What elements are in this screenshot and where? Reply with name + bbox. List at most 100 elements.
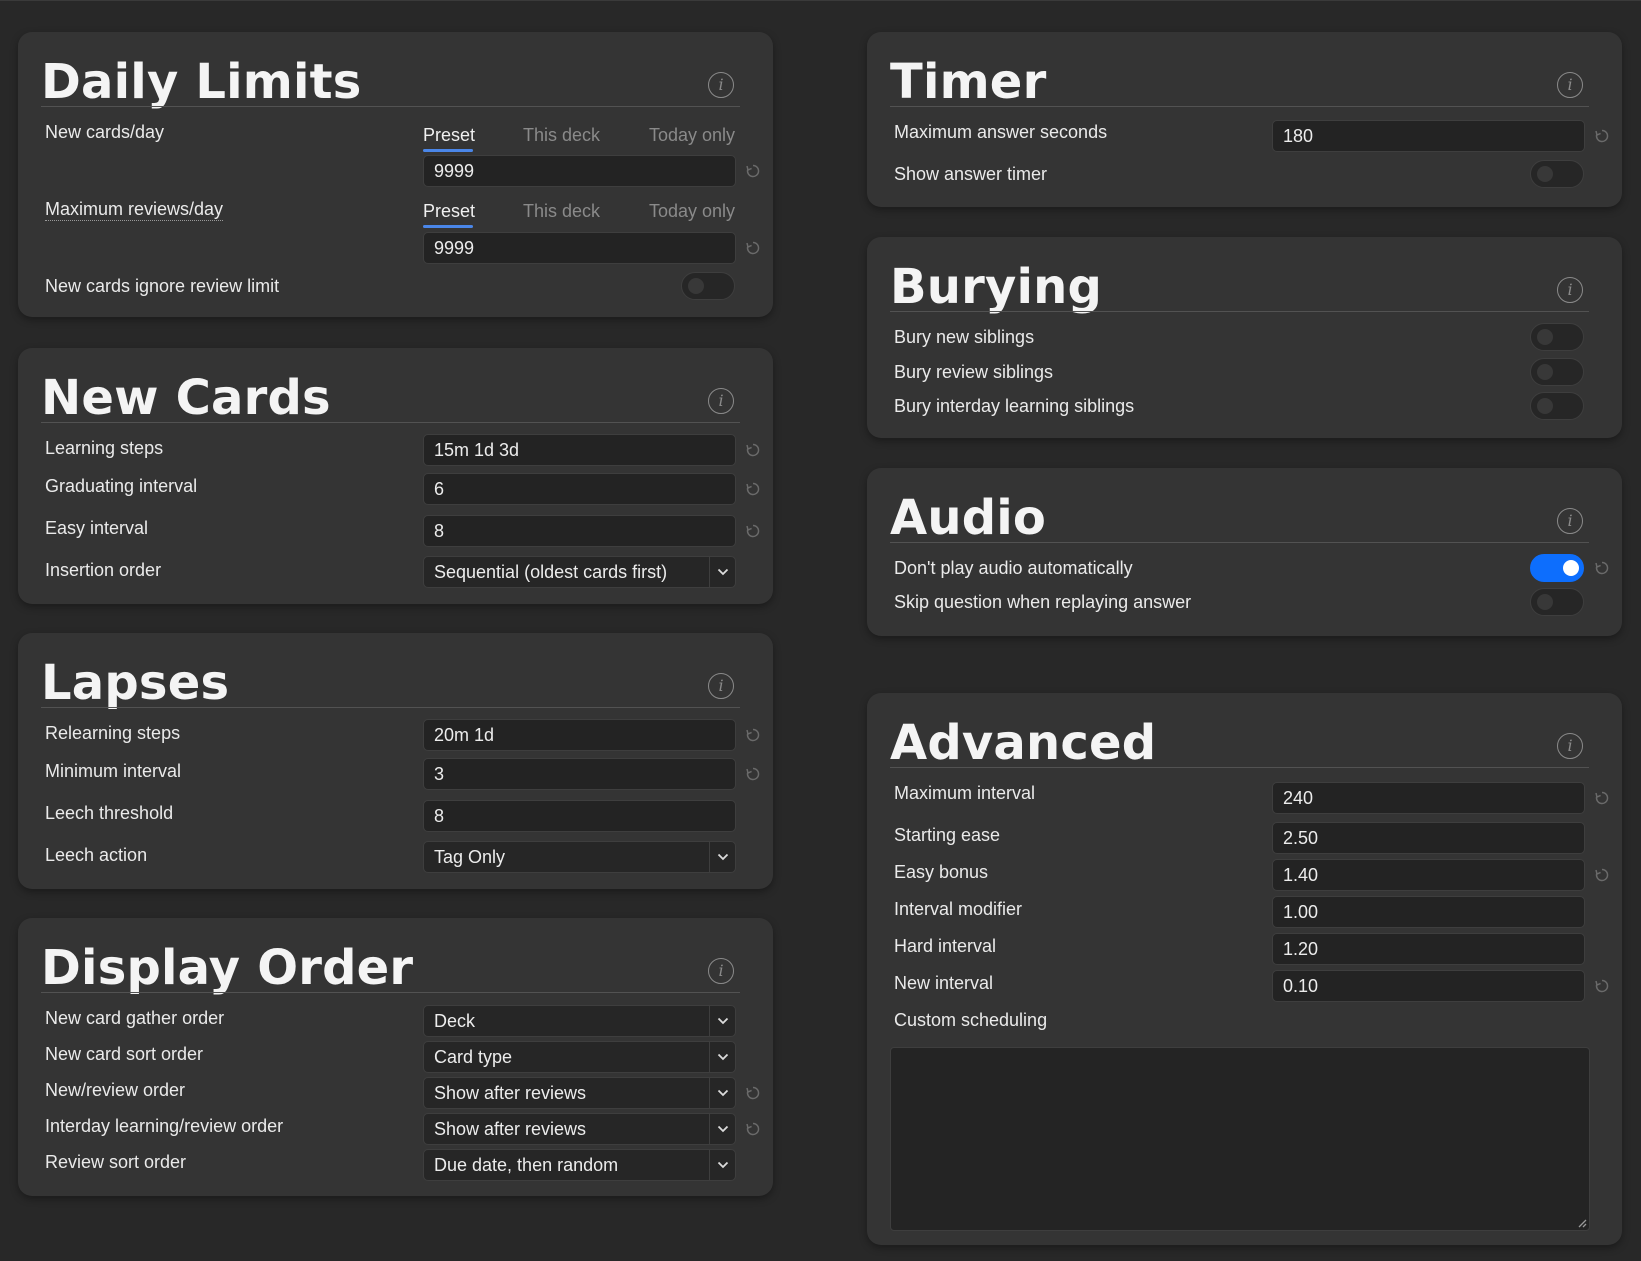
leech-action-select[interactable]: Tag Only: [423, 841, 736, 873]
info-icon[interactable]: i: [708, 958, 734, 984]
learning-steps-input[interactable]: 15m 1d 3d: [423, 434, 736, 466]
new-interval-input[interactable]: 0.10: [1272, 970, 1585, 1002]
revert-arrow-icon[interactable]: [745, 1121, 761, 1137]
dont-play-audio-toggle[interactable]: [1530, 554, 1584, 582]
tab-today-only[interactable]: Today only: [649, 125, 735, 146]
timer-card: Timer i Maximum answer seconds 180 Show …: [867, 32, 1622, 207]
leech-threshold-input[interactable]: 8: [423, 800, 736, 832]
starting-ease-input[interactable]: 2.50: [1272, 822, 1585, 854]
new-cards-title: New Cards: [41, 370, 331, 426]
revert-arrow-icon[interactable]: [745, 442, 761, 458]
review-sort-order-select[interactable]: Due date, then random: [423, 1149, 736, 1181]
info-icon[interactable]: i: [1557, 733, 1583, 759]
new-card-gather-order-value: Deck: [434, 1011, 476, 1031]
interday-review-order-value: Show after reviews: [434, 1119, 587, 1139]
toggle-knob: [1537, 364, 1553, 380]
tab-this-deck[interactable]: This deck: [523, 125, 600, 146]
revert-arrow-icon[interactable]: [745, 163, 761, 179]
info-icon[interactable]: i: [1557, 72, 1583, 98]
info-icon[interactable]: i: [1557, 277, 1583, 303]
new-cards-card: New Cards i Learning steps 15m 1d 3d Gra…: [18, 348, 773, 604]
skip-question-label: Skip question when replaying answer: [894, 592, 1192, 612]
divider: [41, 422, 740, 423]
toggle-knob: [1537, 166, 1553, 182]
ignore-review-limit-label: New cards ignore review limit: [45, 276, 280, 296]
insertion-order-select[interactable]: Sequential (oldest cards first): [423, 556, 736, 588]
divider: [41, 992, 740, 993]
new-card-sort-order-label: New card sort order: [45, 1044, 204, 1064]
maximum-interval-input[interactable]: 240: [1272, 782, 1585, 814]
tab-preset[interactable]: Preset: [423, 125, 475, 146]
advanced-card: Advanced i Maximum interval 240 Starting…: [867, 693, 1622, 1245]
new-review-order-value: Show after reviews: [434, 1083, 587, 1103]
revert-arrow-icon[interactable]: [745, 727, 761, 743]
interval-modifier-input[interactable]: 1.00: [1272, 896, 1585, 928]
bury-interday-siblings-label: Bury interday learning siblings: [894, 396, 1135, 416]
active-tab-indicator: [423, 149, 473, 152]
info-icon[interactable]: i: [1557, 508, 1583, 534]
chevron-down-icon: [709, 557, 735, 587]
tab-today-only[interactable]: Today only: [649, 201, 735, 222]
divider: [890, 767, 1589, 768]
burying-title: Burying: [890, 259, 1103, 315]
revert-arrow-icon[interactable]: [745, 766, 761, 782]
minimum-interval-input[interactable]: 3: [423, 758, 736, 790]
insertion-order-value: Sequential (oldest cards first): [434, 562, 668, 582]
max-reviews-per-day-input[interactable]: 9999: [423, 232, 736, 264]
revert-arrow-icon[interactable]: [745, 240, 761, 256]
chevron-down-icon: [709, 842, 735, 872]
divider: [890, 311, 1589, 312]
maximum-interval-label: Maximum interval: [894, 783, 1036, 803]
tab-preset[interactable]: Preset: [423, 201, 475, 222]
new-cards-per-day-label: New cards/day: [45, 122, 165, 142]
max-answer-seconds-input[interactable]: 180: [1272, 120, 1585, 152]
revert-arrow-icon[interactable]: [1594, 867, 1610, 883]
toggle-knob: [688, 278, 704, 294]
advanced-title: Advanced: [890, 715, 1157, 771]
audio-card: Audio i Don't play audio automatically S…: [867, 468, 1622, 636]
revert-arrow-icon[interactable]: [745, 481, 761, 497]
revert-arrow-icon[interactable]: [1594, 978, 1610, 994]
max-reviews-per-day-label[interactable]: Maximum reviews/day: [45, 199, 224, 221]
easy-bonus-input[interactable]: 1.40: [1272, 859, 1585, 891]
revert-arrow-icon[interactable]: [1594, 560, 1610, 576]
custom-scheduling-textarea[interactable]: [890, 1047, 1590, 1231]
resize-grip-icon[interactable]: [1575, 1215, 1587, 1228]
show-answer-timer-toggle[interactable]: [1530, 160, 1584, 188]
new-review-order-select[interactable]: Show after reviews: [423, 1077, 736, 1109]
active-tab-indicator: [423, 225, 473, 228]
info-icon[interactable]: i: [708, 673, 734, 699]
revert-arrow-icon[interactable]: [1594, 128, 1610, 144]
interday-review-order-select[interactable]: Show after reviews: [423, 1113, 736, 1145]
toggle-knob: [1537, 398, 1553, 414]
easy-interval-input[interactable]: 8: [423, 515, 736, 547]
timer-title: Timer: [890, 54, 1047, 110]
ignore-review-limit-toggle[interactable]: [681, 272, 735, 300]
hard-interval-input[interactable]: 1.20: [1272, 933, 1585, 965]
bury-review-siblings-toggle[interactable]: [1530, 358, 1584, 386]
easy-interval-label: Easy interval: [45, 518, 149, 538]
revert-arrow-icon[interactable]: [745, 1085, 761, 1101]
interval-modifier-label: Interval modifier: [894, 899, 1023, 919]
bury-new-siblings-toggle[interactable]: [1530, 323, 1584, 351]
chevron-down-icon: [709, 1042, 735, 1072]
graduating-interval-input[interactable]: 6: [423, 473, 736, 505]
revert-arrow-icon[interactable]: [1594, 790, 1610, 806]
new-card-sort-order-select[interactable]: Card type: [423, 1041, 736, 1073]
info-icon[interactable]: i: [708, 72, 734, 98]
new-card-gather-order-select[interactable]: Deck: [423, 1005, 736, 1037]
audio-title: Audio: [890, 490, 1047, 546]
info-icon[interactable]: i: [708, 388, 734, 414]
tab-this-deck[interactable]: This deck: [523, 201, 600, 222]
revert-arrow-icon[interactable]: [745, 523, 761, 539]
divider: [890, 106, 1589, 107]
new-cards-per-day-input[interactable]: 9999: [423, 155, 736, 187]
chevron-down-icon: [709, 1078, 735, 1108]
skip-question-toggle[interactable]: [1530, 588, 1584, 616]
graduating-interval-label: Graduating interval: [45, 476, 198, 496]
divider: [890, 542, 1589, 543]
hard-interval-label: Hard interval: [894, 936, 997, 956]
bury-interday-siblings-toggle[interactable]: [1530, 392, 1584, 420]
relearning-steps-input[interactable]: 20m 1d: [423, 719, 736, 751]
max-answer-seconds-label: Maximum answer seconds: [894, 122, 1108, 142]
